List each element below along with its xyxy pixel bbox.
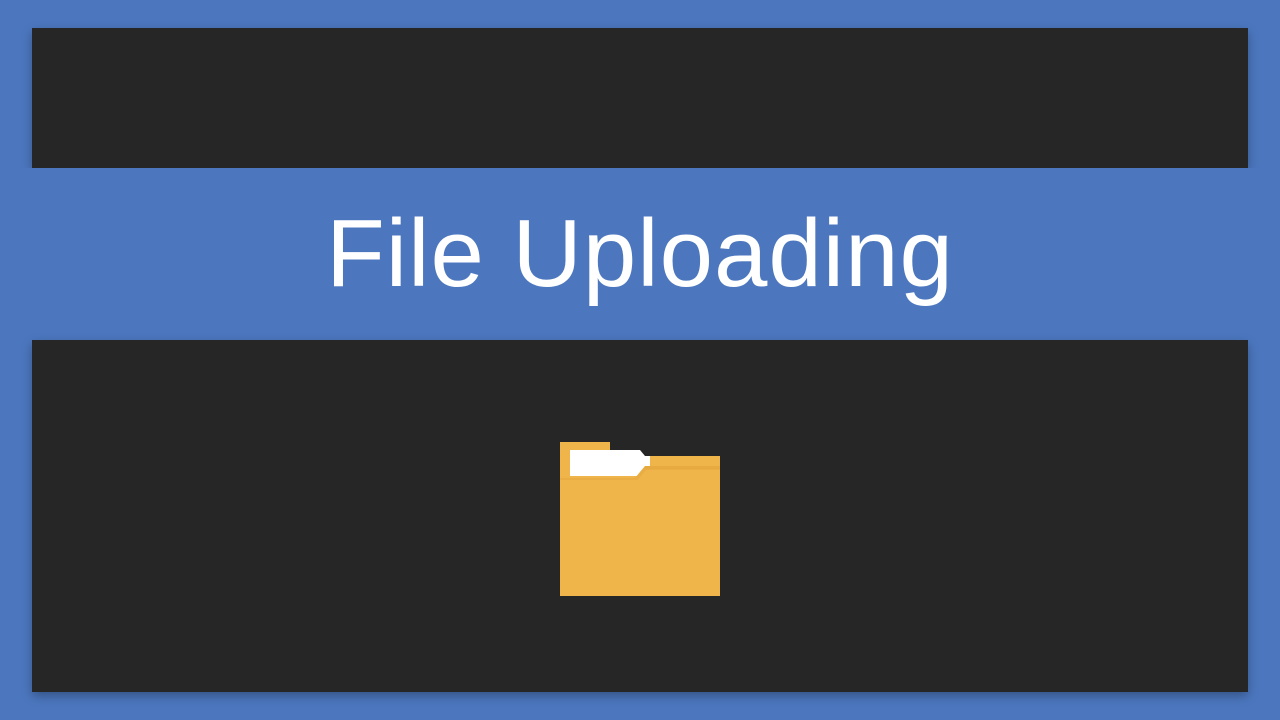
folder-with-paper-icon xyxy=(550,436,730,596)
title-band: File Uploading xyxy=(0,168,1280,340)
top-dark-panel xyxy=(32,28,1248,168)
page-title: File Uploading xyxy=(326,206,954,302)
bottom-dark-panel xyxy=(32,340,1248,692)
